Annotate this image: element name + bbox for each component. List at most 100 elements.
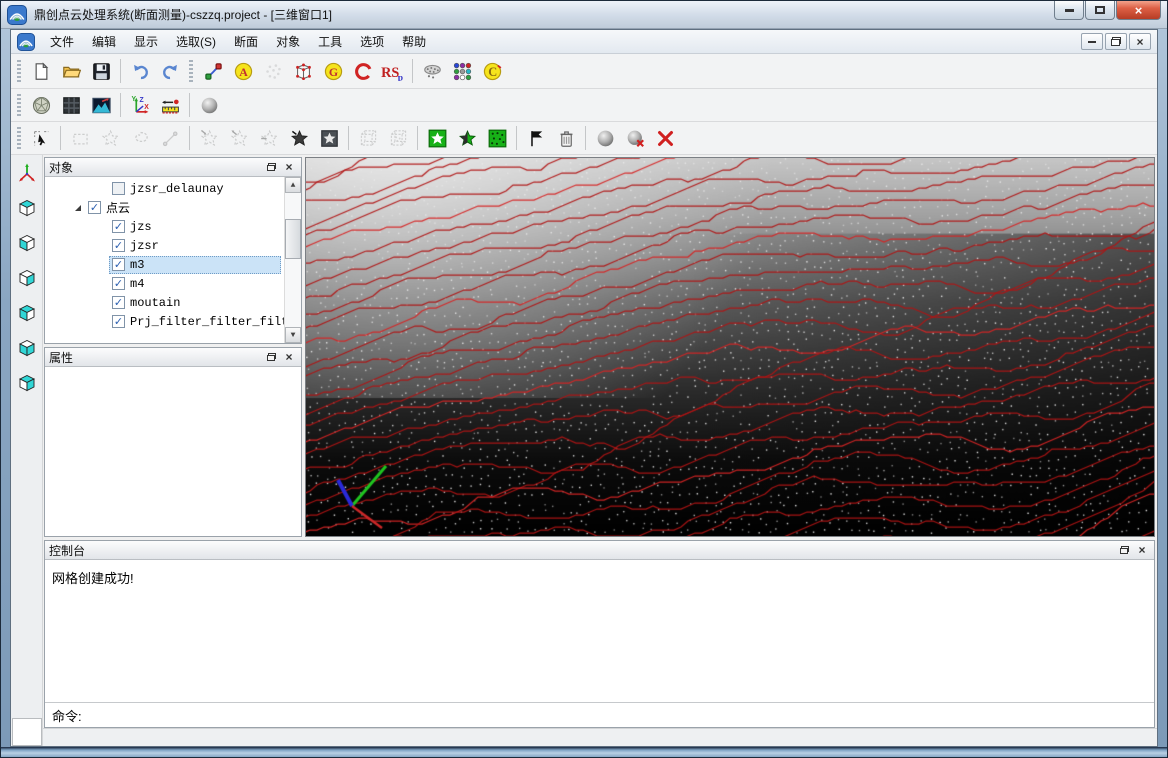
open-button[interactable] xyxy=(56,57,86,85)
tree-row-点云[interactable]: ✓点云 xyxy=(45,198,284,217)
console-float-button[interactable] xyxy=(1116,543,1132,558)
tree-scrollbar[interactable]: ▲ ▼ xyxy=(284,177,301,343)
svg-text:G: G xyxy=(328,64,337,78)
scroll-thumb[interactable] xyxy=(285,219,301,259)
texture-crop-button[interactable] xyxy=(482,124,512,152)
new-file-button[interactable] xyxy=(26,57,56,85)
remove-points-button[interactable] xyxy=(620,124,650,152)
maximize-icon xyxy=(1095,6,1105,14)
cancel-button[interactable] xyxy=(650,124,680,152)
mdi-restore-button[interactable] xyxy=(1105,33,1127,50)
scanner-button[interactable] xyxy=(417,57,447,85)
visibility-checkbox-jzsr_delaunay[interactable] xyxy=(112,182,125,195)
cube-back-icon xyxy=(16,302,38,329)
properties-float-button[interactable] xyxy=(263,350,279,365)
view-back-button[interactable] xyxy=(15,303,39,327)
viewport-canvas[interactable] xyxy=(306,158,1154,536)
annotation-button[interactable]: A xyxy=(228,57,258,85)
minimize-button[interactable] xyxy=(1054,1,1084,20)
scroll-down-button[interactable]: ▼ xyxy=(285,327,301,343)
properties-body xyxy=(45,367,301,536)
close-button[interactable]: × xyxy=(1116,1,1161,20)
scroll-track[interactable] xyxy=(285,193,301,327)
document-logo-icon[interactable] xyxy=(17,33,35,51)
menu-item-help[interactable]: 帮助 xyxy=(393,30,435,53)
save-button[interactable] xyxy=(86,57,116,85)
console-panel: 控制台 × 网格创建成功! 命令: xyxy=(44,540,1155,728)
delaunay-mesh-button[interactable] xyxy=(288,57,318,85)
undo-button[interactable] xyxy=(125,57,155,85)
registration-button[interactable] xyxy=(198,57,228,85)
terrain-view-button[interactable] xyxy=(86,91,116,119)
view-left-button[interactable] xyxy=(15,338,39,362)
geoid-button[interactable]: G xyxy=(318,57,348,85)
delete-selection-button[interactable] xyxy=(551,124,581,152)
visibility-checkbox-moutain[interactable]: ✓ xyxy=(112,296,125,309)
menu-item-display[interactable]: 显示 xyxy=(125,30,167,53)
tree-row-jzs[interactable]: ✓jzs xyxy=(45,217,284,236)
menu-item-tools[interactable]: 工具 xyxy=(309,30,351,53)
command-input[interactable] xyxy=(86,708,1147,723)
visibility-checkbox-Prj_filter_filter_filter_f[interactable]: ✓ xyxy=(112,315,125,328)
mdi-close-button[interactable]: × xyxy=(1129,33,1151,50)
toolbar-grip[interactable] xyxy=(17,94,21,116)
tree-row-moutain[interactable]: ✓moutain xyxy=(45,293,284,312)
properties-panel: 属性 × xyxy=(44,347,302,537)
menu-item-object[interactable]: 对象 xyxy=(267,30,309,53)
mdi-minimize-icon xyxy=(1088,41,1096,43)
properties-close-button[interactable]: × xyxy=(281,350,297,365)
title-bar: 鼎创点云处理系统(断面测量)-cszzq.project - [三维窗口1] × xyxy=(1,1,1167,29)
objects-close-button[interactable]: × xyxy=(281,160,297,175)
measure-button[interactable] xyxy=(155,91,185,119)
view-top-button[interactable] xyxy=(15,198,39,222)
view-right-button[interactable] xyxy=(15,373,39,397)
menu-item-section[interactable]: 断面 xyxy=(225,30,267,53)
crop-selection-button[interactable] xyxy=(452,124,482,152)
redo-button[interactable] xyxy=(155,57,185,85)
tree-row-Prj_filter_filter_filter_f[interactable]: ✓Prj_filter_filter_filter_f xyxy=(45,312,284,331)
maximize-button[interactable] xyxy=(1085,1,1115,20)
toolbar-grip[interactable] xyxy=(17,127,21,149)
flag-button[interactable] xyxy=(521,124,551,152)
color-grid-icon xyxy=(453,62,472,81)
rect-select-icon xyxy=(71,129,90,148)
expander-icon[interactable] xyxy=(75,205,81,211)
classify-points-button[interactable] xyxy=(447,57,477,85)
render-mesh-button[interactable] xyxy=(26,91,56,119)
keep-selection-button[interactable] xyxy=(422,124,452,152)
tree-row-jzsr[interactable]: ✓jzsr xyxy=(45,236,284,255)
visibility-checkbox-m4[interactable]: ✓ xyxy=(112,277,125,290)
hide-points-button[interactable] xyxy=(590,124,620,152)
objects-float-button[interactable] xyxy=(263,160,279,175)
tree-row-jzsr_delaunay[interactable]: jzsr_delaunay xyxy=(45,179,284,198)
menu-item-file[interactable]: 文件 xyxy=(41,30,83,53)
view-bottom-button[interactable] xyxy=(15,233,39,257)
visibility-checkbox-jzsr[interactable]: ✓ xyxy=(112,239,125,252)
select-button[interactable] xyxy=(26,124,56,152)
mdi-minimize-button[interactable] xyxy=(1081,33,1103,50)
tree-row-m3[interactable]: ✓m3 xyxy=(45,255,284,274)
tree-row-m4[interactable]: ✓m4 xyxy=(45,274,284,293)
classify-button[interactable]: C xyxy=(477,57,507,85)
tree-row-box: ✓m4 xyxy=(109,275,281,293)
console-close-button[interactable]: × xyxy=(1134,543,1150,558)
menu-item-select[interactable]: 选取(S) xyxy=(167,30,225,53)
resample-button[interactable]: RSp xyxy=(378,57,408,85)
visibility-checkbox-m3[interactable]: ✓ xyxy=(112,258,125,271)
circle-fit-button[interactable] xyxy=(348,57,378,85)
toolbar-separator xyxy=(412,59,413,83)
toolbar-grip[interactable] xyxy=(17,60,21,82)
visibility-checkbox-jzs[interactable]: ✓ xyxy=(112,220,125,233)
toolbar-grip[interactable] xyxy=(189,60,193,82)
scroll-up-button[interactable]: ▲ xyxy=(285,177,301,193)
grid-view-button[interactable] xyxy=(56,91,86,119)
axis-view-button[interactable] xyxy=(15,163,39,187)
menu-item-edit[interactable]: 编辑 xyxy=(83,30,125,53)
axes-button[interactable]: ZYX xyxy=(125,91,155,119)
shading-button[interactable] xyxy=(194,91,224,119)
menu-item-options[interactable]: 选项 xyxy=(351,30,393,53)
select-all-button[interactable] xyxy=(314,124,344,152)
visibility-checkbox-点云[interactable]: ✓ xyxy=(88,201,101,214)
view-front-button[interactable] xyxy=(15,268,39,292)
invert-selection-button[interactable] xyxy=(284,124,314,152)
